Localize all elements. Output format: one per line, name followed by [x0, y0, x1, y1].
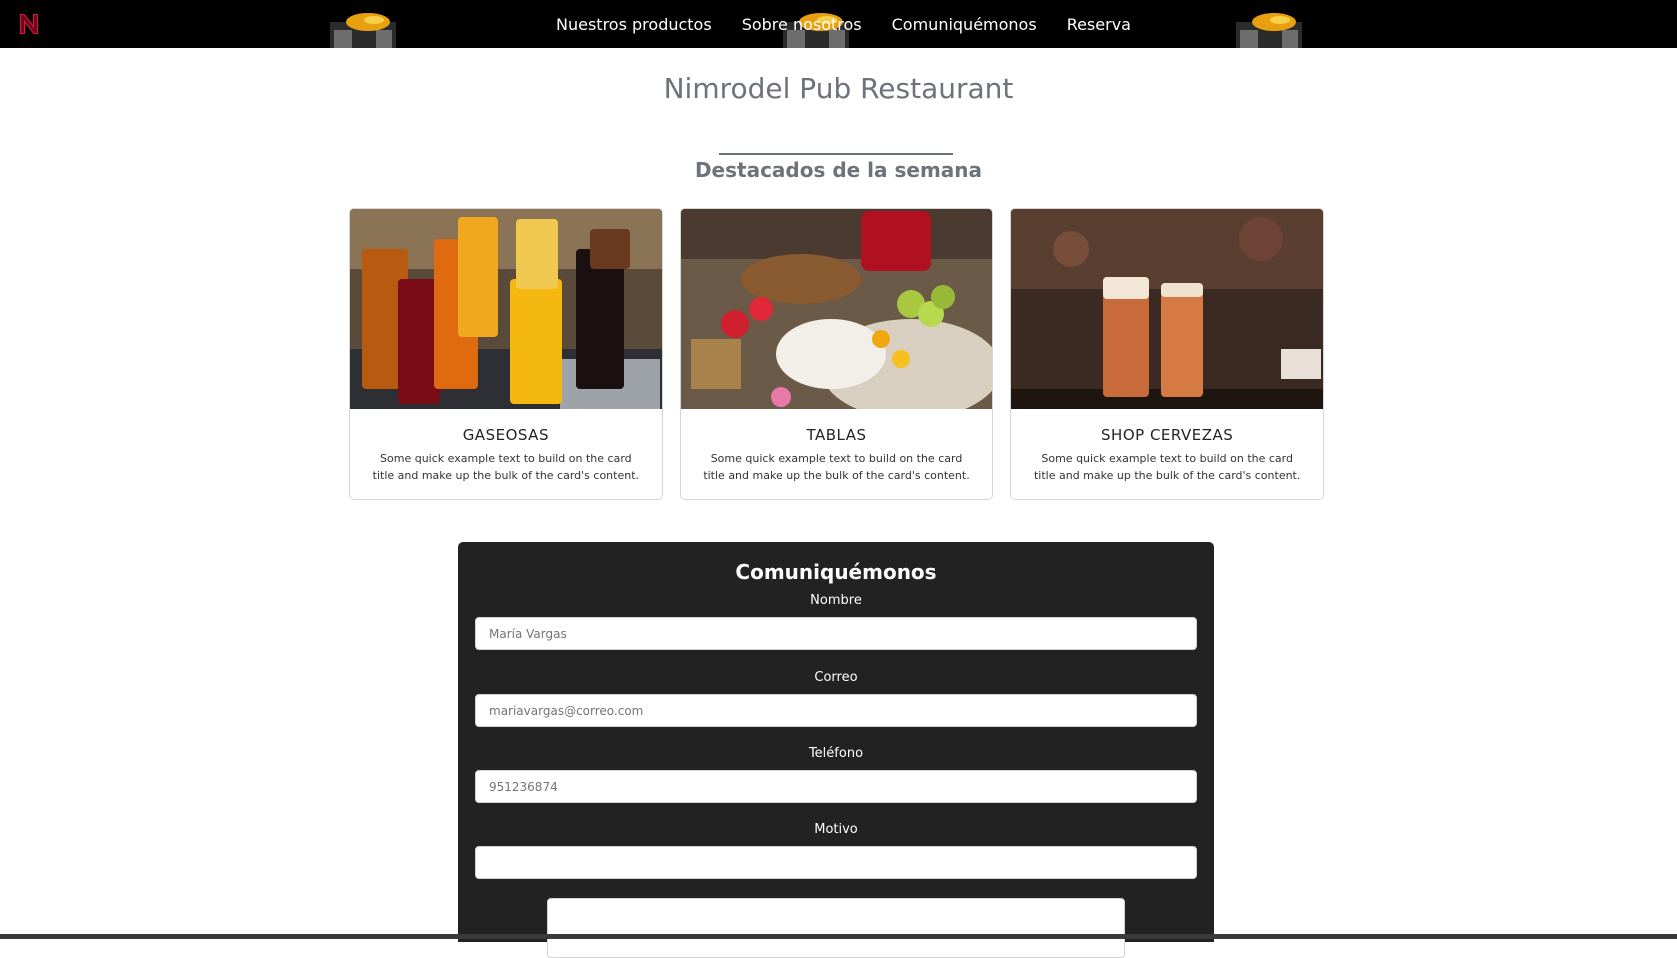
nav-item-productos[interactable]: Nuestros productos	[556, 15, 712, 34]
card-title: SHOP CERVEZAS	[1101, 426, 1234, 444]
featured-cards: GASEOSAS Some quick example text to buil…	[349, 208, 1325, 502]
card-title: GASEOSAS	[462, 426, 549, 444]
nav-item-contacto[interactable]: Comuniquémonos	[892, 15, 1037, 34]
section-title: Destacados de la semana	[694, 158, 983, 182]
contact-title: Comuniquémonos	[735, 560, 937, 584]
contact-form: Comuniquémonos Nombre Correo Teléfono Mo…	[458, 542, 1214, 958]
phone-label: Teléfono	[808, 746, 864, 761]
card-title: TABLAS	[806, 426, 867, 444]
soft-drinks-photo	[350, 209, 662, 409]
page-title: Nimrodel Pub Restaurant	[663, 72, 1014, 105]
name-label: Nombre	[810, 593, 862, 608]
card-shop-cervezas[interactable]: SHOP CERVEZAS Some quick example text to…	[1010, 208, 1325, 500]
nav-item-nosotros[interactable]: Sobre nosotros	[742, 15, 862, 34]
message-textarea[interactable]	[547, 898, 1125, 958]
reason-input[interactable]	[475, 846, 1197, 879]
card-gaseosas[interactable]: GASEOSAS Some quick example text to buil…	[349, 208, 663, 500]
card-text: Some quick example text to build on the …	[703, 452, 970, 482]
email-input[interactable]	[475, 694, 1197, 727]
name-input[interactable]	[475, 617, 1197, 650]
window-bottom-edge	[0, 934, 1677, 939]
card-text: Some quick example text to build on the …	[1033, 452, 1301, 482]
top-navbar: Nuestros productos Sobre nosotros Comuni…	[0, 0, 1677, 48]
phone-input[interactable]	[475, 770, 1197, 803]
nav-item-reserva[interactable]: Reserva	[1067, 15, 1131, 34]
nav-menu: Nuestros productos Sobre nosotros Comuni…	[0, 0, 1677, 48]
section-divider	[719, 153, 953, 155]
beer-glasses-photo	[1011, 209, 1324, 409]
email-label: Correo	[814, 670, 858, 685]
reason-label: Motivo	[814, 822, 858, 837]
card-text: Some quick example text to build on the …	[372, 452, 640, 482]
card-tablas[interactable]: TABLAS Some quick example text to build …	[679, 208, 994, 500]
cheese-board-photo	[680, 209, 993, 409]
